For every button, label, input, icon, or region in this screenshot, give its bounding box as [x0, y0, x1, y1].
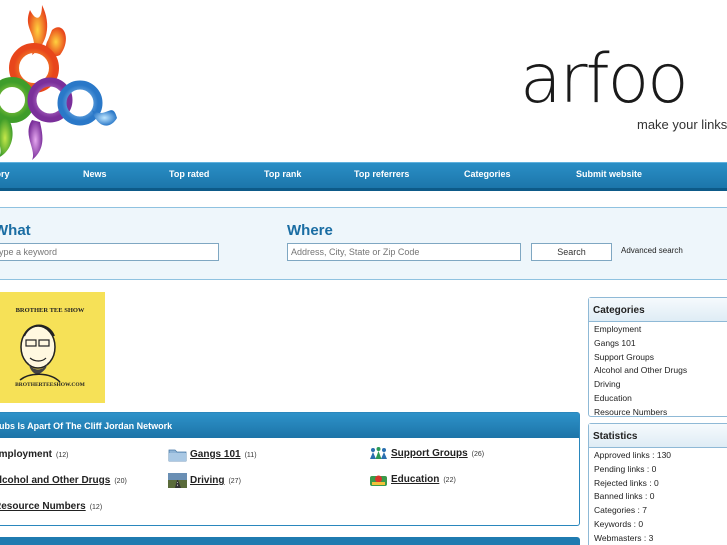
category-resource-numbers[interactable]: Resource Numbers (12): [0, 501, 102, 512]
group-icon: [370, 447, 387, 459]
nav-item-categories[interactable]: Categories: [464, 169, 511, 179]
sidebar-category-resource-numbers[interactable]: Resource Numbers: [589, 406, 727, 420]
sidebar-category-employment[interactable]: Employment: [589, 323, 727, 337]
sidebar-category-support-groups[interactable]: Support Groups: [589, 351, 727, 365]
category-education[interactable]: Education (22): [369, 472, 456, 487]
education-icon: [370, 475, 387, 486]
stat-pending-links: Pending links : 0: [594, 463, 657, 474]
banner-bottom-text: BROTHERTEESHOW.COM: [15, 382, 86, 388]
category-employment[interactable]: Employment(12): [0, 449, 68, 460]
next-section-bar: [0, 537, 580, 545]
category-gangs-101[interactable]: Gangs 101 (11): [168, 447, 257, 462]
brand-logo[interactable]: arfoo make your links: [520, 20, 727, 140]
category-listing: Clubs Is Apart Of The Cliff Jordan Netwo…: [0, 412, 580, 526]
stat-keywords: Keywords : 0: [594, 518, 644, 529]
brand-tagline: make your links: [637, 117, 727, 132]
nav-item-news[interactable]: News: [83, 169, 107, 179]
nav-item-directory[interactable]: Directory: [0, 169, 10, 179]
advanced-search-link[interactable]: Advanced search: [621, 246, 683, 255]
stat-rejected-links: Rejected links : 0: [594, 477, 659, 488]
category-listing-heading: Clubs Is Apart Of The Cliff Jordan Netwo…: [0, 413, 579, 438]
stat-banned-links: Banned links : 0: [594, 491, 655, 502]
stat-categories: Categories : 7: [594, 505, 647, 516]
nav-item-top-rated[interactable]: Top rated: [169, 169, 209, 179]
sidebar-category-education[interactable]: Education: [589, 392, 727, 406]
where-label: Where: [287, 222, 333, 239]
brand-wordmark: arfoo: [520, 40, 689, 119]
category-support-groups[interactable]: Support Groups (26): [369, 446, 484, 461]
keyword-search-input[interactable]: [0, 243, 219, 261]
search-button[interactable]: Search: [531, 243, 612, 261]
what-label: What: [0, 222, 31, 239]
flame-logo-icon[interactable]: [0, 0, 122, 160]
category-alcohol-drugs[interactable]: Alcohol and Other Drugs (20): [0, 475, 127, 486]
sidebar-categories-box: Categories Employment Gangs 101 Support …: [588, 297, 727, 417]
sidebar-statistics-box: Statistics Approved links : 130 Pending …: [588, 423, 727, 545]
location-search-input[interactable]: [287, 243, 521, 261]
folder-icon: [168, 449, 187, 462]
main-nav: Directory News Top rated Top rank Top re…: [0, 162, 727, 188]
sidebar-statistics-title: Statistics: [589, 424, 727, 448]
nav-item-submit-website[interactable]: Submit website: [576, 169, 642, 179]
nav-underline: [0, 188, 727, 191]
caricature-image: BROTHER TEE SHOW BROTHERTEESHOW.COM: [0, 292, 105, 403]
sidebar-category-driving[interactable]: Driving: [589, 378, 727, 392]
sponsor-banner[interactable]: BROTHER TEE SHOW BROTHERTEESHOW.COM: [0, 292, 105, 403]
sidebar-category-gangs-101[interactable]: Gangs 101: [589, 337, 727, 351]
site-header: arfoo make your links: [0, 0, 727, 160]
nav-item-top-referrers[interactable]: Top referrers: [354, 169, 409, 179]
sidebar-categories-title: Categories: [589, 298, 727, 322]
search-panel: What Where Search Advanced search: [0, 207, 727, 280]
banner-top-text: BROTHER TEE SHOW: [16, 307, 85, 314]
road-icon: [168, 473, 187, 488]
stat-approved-links: Approved links : 130: [594, 450, 672, 460]
sidebar-category-alcohol-drugs[interactable]: Alcohol and Other Drugs: [589, 364, 727, 378]
nav-item-top-rank[interactable]: Top rank: [264, 169, 301, 179]
category-driving[interactable]: Driving (27): [168, 473, 241, 488]
stat-webmasters: Webmasters : 3: [594, 532, 654, 543]
